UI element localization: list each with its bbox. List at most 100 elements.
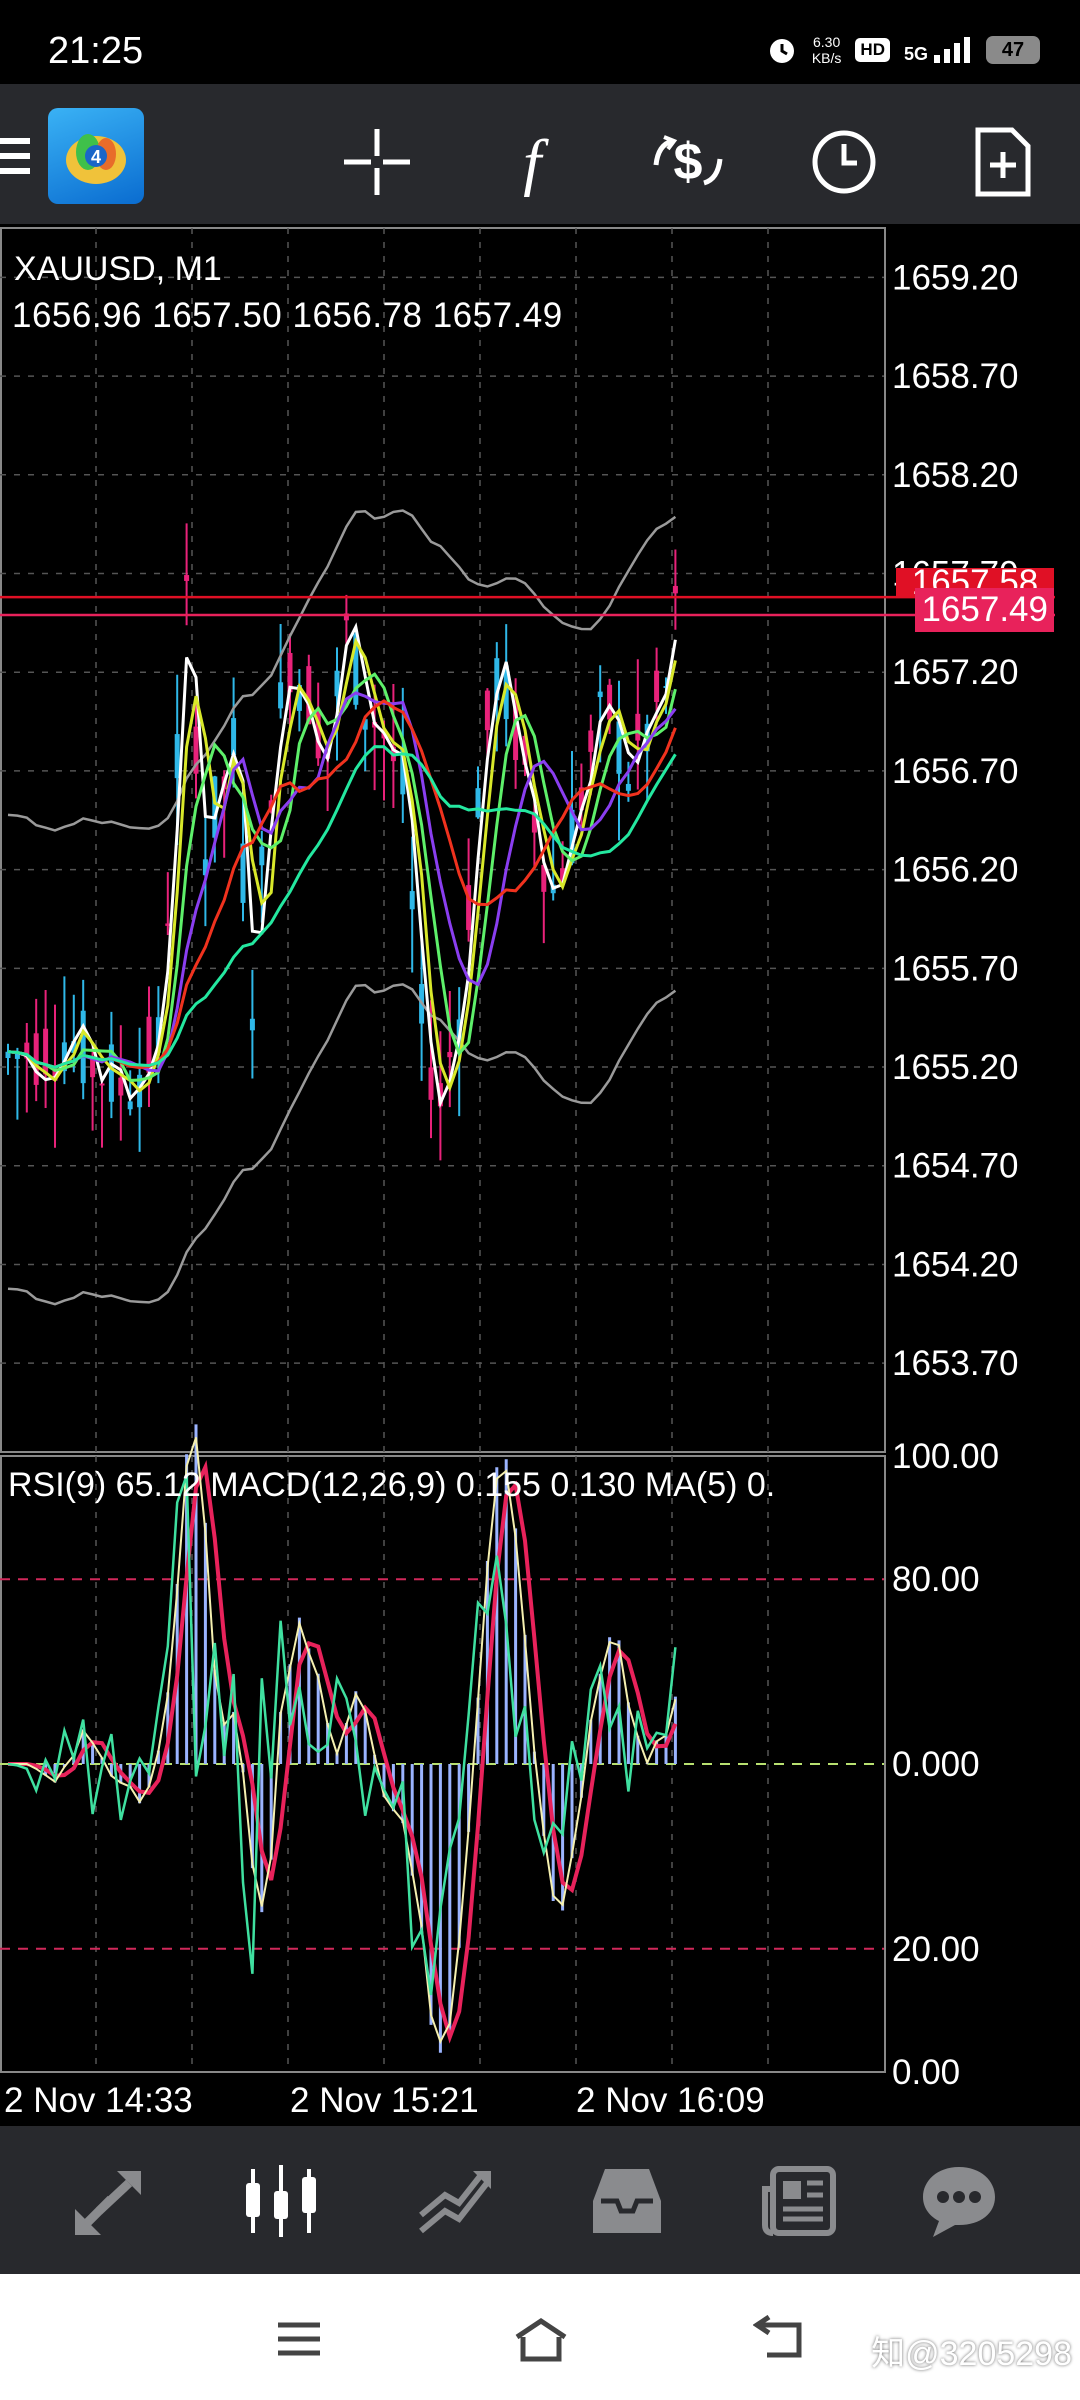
chat-icon xyxy=(923,2167,995,2237)
candle-body xyxy=(184,575,190,581)
indicator-axis-label: 20.00 xyxy=(892,1930,980,1969)
timeframe-clock-icon xyxy=(812,130,876,194)
candle-body xyxy=(99,1083,105,1086)
signal-5g-label: 5G xyxy=(903,44,928,64)
system-navigation-bar: 知@3205298 xyxy=(0,2274,1080,2400)
history-inbox-icon xyxy=(593,2169,661,2233)
recent-apps-icon xyxy=(278,2322,320,2356)
candle-body xyxy=(607,684,613,720)
network-speed-unit: KB/s xyxy=(811,50,842,66)
new-document-icon xyxy=(975,127,1031,197)
indicator-axis-label: 0.00 xyxy=(892,2053,960,2092)
price-axis-label: 1659.20 xyxy=(892,258,1019,297)
signal-bars-icon xyxy=(934,37,970,63)
trade-dollar-icon: $ xyxy=(653,133,723,191)
home-icon xyxy=(515,2317,567,2362)
candle-body xyxy=(672,585,678,594)
candle-body xyxy=(447,1052,453,1058)
chart-toolbar: 4 f $ xyxy=(0,84,1080,224)
candle-body xyxy=(43,1028,49,1075)
svg-text:$: $ xyxy=(674,133,703,191)
nav-quotes[interactable] xyxy=(64,2156,154,2246)
nav-trade[interactable] xyxy=(410,2156,500,2246)
chart-area[interactable]: 1659.201658.701658.201657.701657.201656.… xyxy=(0,224,1080,2124)
network-speed: 6.30 KB/s xyxy=(812,34,842,66)
clock: 21:25 xyxy=(48,30,144,72)
crosshair-button[interactable] xyxy=(337,122,417,202)
main-panel-frame xyxy=(0,227,886,1453)
ohlc-values: 1656.96 1657.50 1656.78 1657.49 xyxy=(12,296,563,335)
templates-button[interactable] xyxy=(962,122,1042,202)
svg-text:4: 4 xyxy=(91,147,101,167)
price-axis-label: 1656.20 xyxy=(892,851,1019,890)
candle-body xyxy=(654,670,660,702)
indicator-values-label: RSI(9) 65.12 MACD(12,26,9) 0.155 0.130 M… xyxy=(8,1466,776,1504)
nav-chat[interactable] xyxy=(914,2156,1004,2246)
price-axis-label: 1656.70 xyxy=(892,752,1019,791)
indicators-f-icon: f xyxy=(523,127,549,197)
indicator-axis-label: 0.000 xyxy=(892,1745,980,1784)
back-icon xyxy=(753,2315,802,2358)
candle-body xyxy=(278,682,284,709)
price-chart[interactable]: 1659.201658.701658.201657.701657.201656.… xyxy=(0,224,1080,2124)
candle-body xyxy=(249,1018,255,1031)
metatrader-logo-icon: 4 xyxy=(66,134,126,184)
candle-body xyxy=(259,846,265,866)
bollinger-lower xyxy=(7,983,677,1306)
app-logo-button[interactable]: 4 xyxy=(48,108,144,204)
candle-body xyxy=(475,788,481,818)
timeframe-button[interactable] xyxy=(804,122,884,202)
price-axis-label: 1658.20 xyxy=(892,456,1019,495)
network-speed-value: 6.30 xyxy=(813,34,841,50)
price-axis-label: 1657.20 xyxy=(892,653,1019,692)
price-axis-label: 1653.70 xyxy=(892,1344,1019,1383)
candle-body xyxy=(484,690,490,731)
alarm-icon xyxy=(769,39,794,63)
time-axis-label: 2 Nov 14:33 xyxy=(4,2081,193,2120)
candle-body xyxy=(635,713,641,741)
candle-body xyxy=(127,1101,133,1110)
battery-indicator: 47 xyxy=(986,36,1040,64)
news-icon xyxy=(762,2166,836,2236)
back-button[interactable] xyxy=(746,2314,816,2364)
candle-body xyxy=(625,783,631,791)
candle-body xyxy=(118,1077,124,1096)
candle-body xyxy=(428,1067,434,1100)
time-axis-label: 2 Nov 16:09 xyxy=(576,2081,765,2120)
time-axis-label: 2 Nov 15:21 xyxy=(290,2081,479,2120)
bottom-navigation xyxy=(0,2126,1080,2274)
chart-candles-icon xyxy=(246,2165,316,2237)
rsi-line xyxy=(7,1475,677,1996)
symbol-timeframe-label: XAUUSD, M1 xyxy=(14,250,222,288)
indicators-button[interactable]: f xyxy=(492,122,572,202)
candle-body xyxy=(409,891,415,910)
svg-text:f: f xyxy=(523,127,549,197)
price-axis-label: 1654.70 xyxy=(892,1147,1019,1186)
status-icons: 6.30 KB/s HD 5G 47 xyxy=(766,34,1040,66)
menu-icon xyxy=(0,138,30,174)
trade-icon xyxy=(419,2171,491,2234)
price-axis-label: 1655.70 xyxy=(892,949,1019,988)
price-axis-label: 1655.20 xyxy=(892,1048,1019,1087)
nav-news[interactable] xyxy=(754,2156,844,2246)
status-bar: 21:25 6.30 KB/s HD 5G 47 xyxy=(0,0,1080,84)
nav-history[interactable] xyxy=(582,2156,672,2246)
home-button[interactable] xyxy=(506,2314,576,2364)
signal-indicator: 5G xyxy=(904,37,972,63)
trade-button[interactable]: $ xyxy=(648,122,728,202)
indicator-axis-label: 100.00 xyxy=(892,1437,999,1476)
hd-badge: HD xyxy=(855,38,890,62)
crosshair-icon xyxy=(344,129,410,195)
bid-price-tag: 1657.49 xyxy=(915,588,1054,632)
price-axis-label: 1658.70 xyxy=(892,357,1019,396)
nav-chart[interactable] xyxy=(236,2156,326,2246)
candle-body xyxy=(597,691,603,698)
candle-body xyxy=(80,1010,86,1084)
watermark: 知@3205298 xyxy=(871,2335,1072,2373)
candle-body xyxy=(588,730,594,752)
recent-apps-button[interactable] xyxy=(264,2314,334,2364)
quotes-arrows-icon xyxy=(75,2171,141,2235)
menu-button[interactable] xyxy=(0,136,30,176)
price-axis-label: 1654.20 xyxy=(892,1245,1019,1284)
indicator-axis-label: 80.00 xyxy=(892,1560,980,1599)
